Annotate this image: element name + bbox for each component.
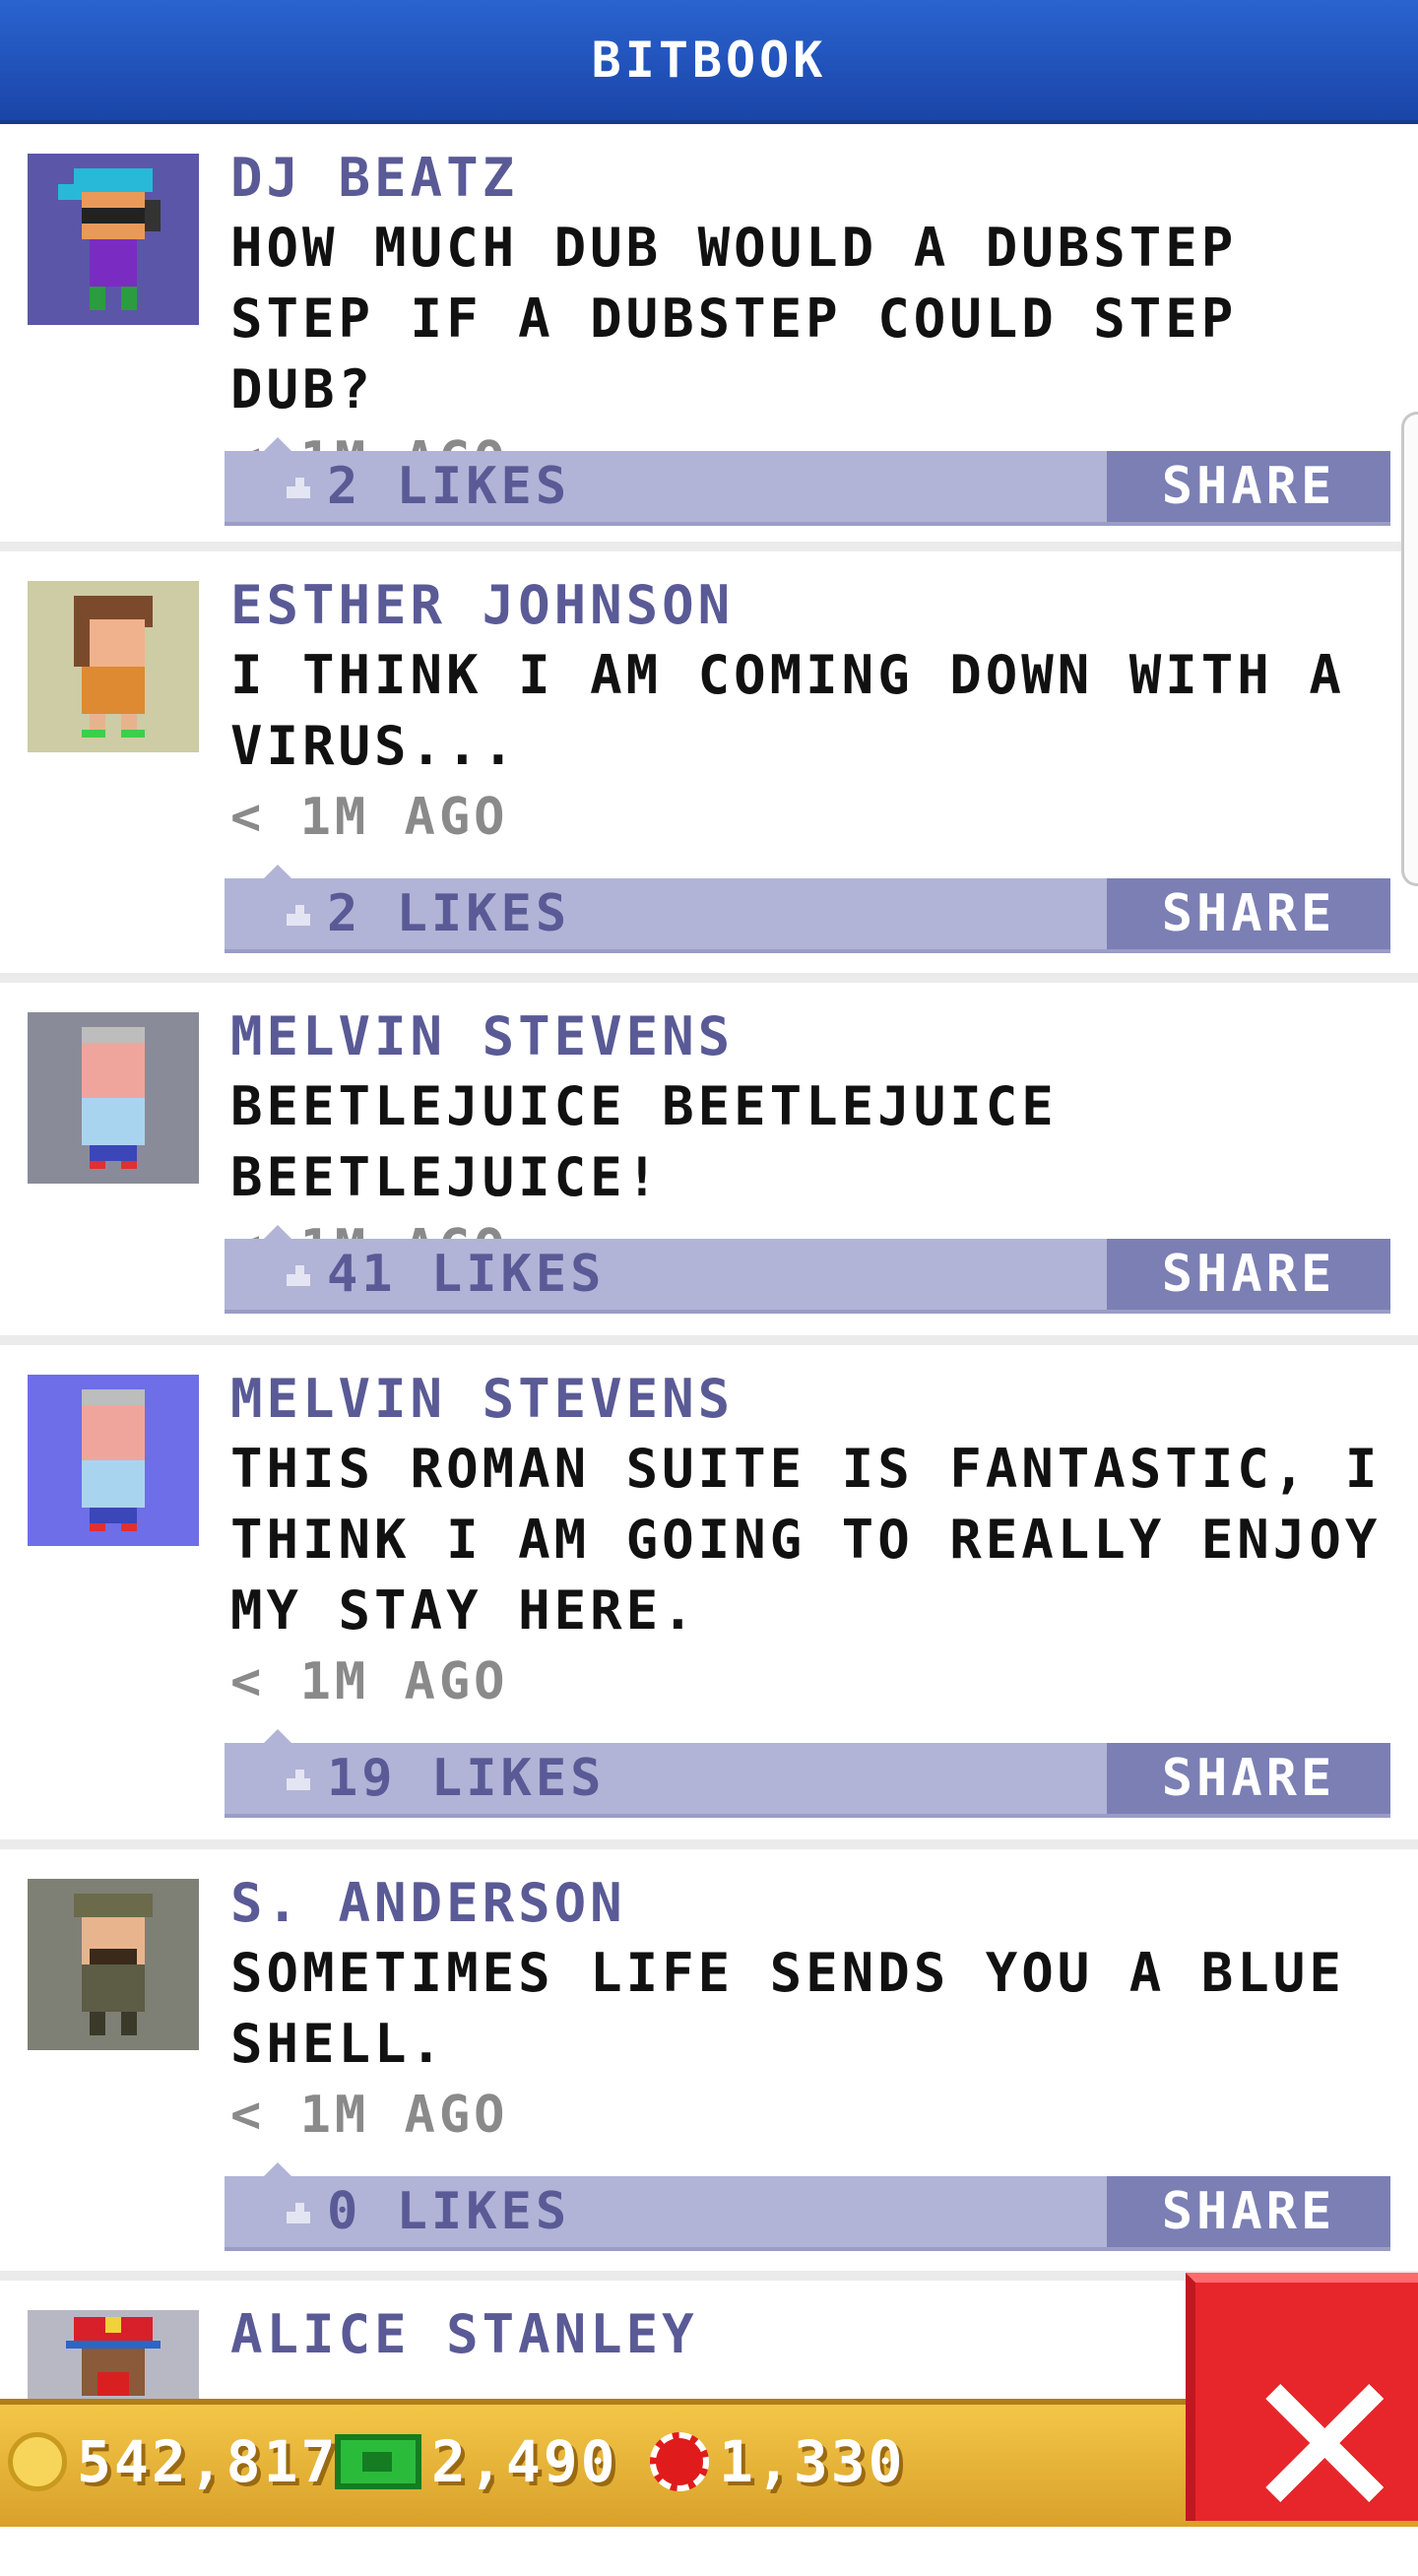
like-button[interactable]: 2 LIKES	[284, 451, 570, 522]
likes-count: 2 LIKES	[327, 884, 571, 943]
post-message: BEETLEJUICE BEETLEJUICE BEETLEJUICE!	[230, 1075, 1058, 1208]
thumbs-up-icon	[287, 478, 310, 498]
thumbs-up-icon	[287, 905, 310, 926]
like-button[interactable]: 41 LIKES	[284, 1239, 605, 1310]
avatar[interactable]	[28, 1375, 199, 1546]
melvin-character-icon	[82, 1027, 145, 1169]
post-action-bar: 19 LIKES SHARE	[225, 1729, 1390, 1818]
post-author[interactable]: MELVIN STEVENS	[230, 1002, 1398, 1071]
like-button[interactable]: 0 LIKES	[284, 2176, 570, 2247]
share-button[interactable]: SHARE	[1107, 1239, 1390, 1310]
likes-count: 41 LIKES	[327, 1245, 606, 1304]
bux-value: 2,490	[431, 2428, 618, 2495]
post-item: ESTHER JOHNSON I THINK I AM COMING DOWN …	[0, 551, 1418, 983]
post-author[interactable]: S. ANDERSON	[230, 1869, 1398, 1938]
coins-stat: 542,817	[8, 2426, 338, 2497]
likes-count: 0 LIKES	[327, 2182, 571, 2241]
post-action-bar: 0 LIKES SHARE	[225, 2162, 1390, 2251]
share-button[interactable]: SHARE	[1107, 2176, 1390, 2247]
post-time: < 1M AGO	[230, 1652, 509, 1711]
dj-character-icon	[58, 168, 161, 310]
likes-count: 2 LIKES	[327, 457, 571, 516]
post-time: < 1M AGO	[230, 788, 509, 847]
close-icon	[1265, 2384, 1384, 2502]
post-message: I THINK I AM COMING DOWN WITH A VIRUS...	[230, 644, 1345, 777]
avatar[interactable]	[28, 154, 199, 325]
share-button[interactable]: SHARE	[1107, 1743, 1390, 1814]
post-item: DJ BEATZ HOW MUCH DUB WOULD A DUBSTEP ST…	[0, 124, 1418, 551]
gem-icon	[650, 2432, 709, 2491]
thumbs-up-icon	[287, 1265, 310, 1286]
post-item: MELVIN STEVENS THIS ROMAN SUITE IS FANTA…	[0, 1345, 1418, 1849]
page-title: BITBOOK	[591, 32, 827, 89]
post-time: < 1M AGO	[230, 2086, 509, 2145]
post-item: MELVIN STEVENS BEETLEJUICE BEETLEJUICE B…	[0, 983, 1418, 1345]
post-item: S. ANDERSON SOMETIMES LIFE SENDS YOU A B…	[0, 1849, 1418, 2281]
post-feed[interactable]: DJ BEATZ HOW MUCH DUB WOULD A DUBSTEP ST…	[0, 124, 1418, 2576]
post-action-bar: 2 LIKES SHARE	[225, 865, 1390, 953]
scrollbar-handle[interactable]	[1401, 412, 1418, 886]
app-header: BITBOOK	[0, 0, 1418, 124]
close-button[interactable]	[1186, 2273, 1418, 2521]
avatar[interactable]	[28, 1879, 199, 2050]
esther-character-icon	[74, 596, 153, 738]
avatar[interactable]	[28, 581, 199, 752]
post-action-bar: 41 LIKES SHARE	[225, 1225, 1390, 1314]
thumbs-up-icon	[287, 2203, 310, 2223]
like-button[interactable]: 19 LIKES	[284, 1743, 605, 1814]
post-message: SOMETIMES LIFE SENDS YOU A BLUE SHELL.	[230, 1942, 1345, 2075]
like-button[interactable]: 2 LIKES	[284, 878, 570, 949]
bux-icon	[335, 2434, 421, 2489]
share-button[interactable]: SHARE	[1107, 878, 1390, 949]
post-author[interactable]: ESTHER JOHNSON	[230, 571, 1398, 640]
gems-value: 1,330	[719, 2428, 906, 2495]
avatar[interactable]	[28, 1012, 199, 1184]
share-button[interactable]: SHARE	[1107, 451, 1390, 522]
coin-icon	[8, 2432, 67, 2491]
thumbs-up-icon	[287, 1770, 310, 1790]
post-message: HOW MUCH DUB WOULD A DUBSTEP STEP IF A D…	[230, 217, 1238, 420]
post-action-bar: 2 LIKES SHARE	[225, 437, 1390, 526]
likes-count: 19 LIKES	[327, 1749, 606, 1808]
post-author[interactable]: MELVIN STEVENS	[230, 1365, 1398, 1434]
anderson-character-icon	[74, 1894, 153, 2035]
post-author[interactable]: DJ BEATZ	[230, 144, 1398, 213]
post-message: THIS ROMAN SUITE IS FANTASTIC, I THINK I…	[230, 1438, 1382, 1642]
melvin-character-icon	[82, 1389, 145, 1531]
gems-stat: 1,330	[650, 2426, 906, 2497]
bux-stat: 2,490	[335, 2426, 618, 2497]
coins-value: 542,817	[77, 2428, 339, 2495]
